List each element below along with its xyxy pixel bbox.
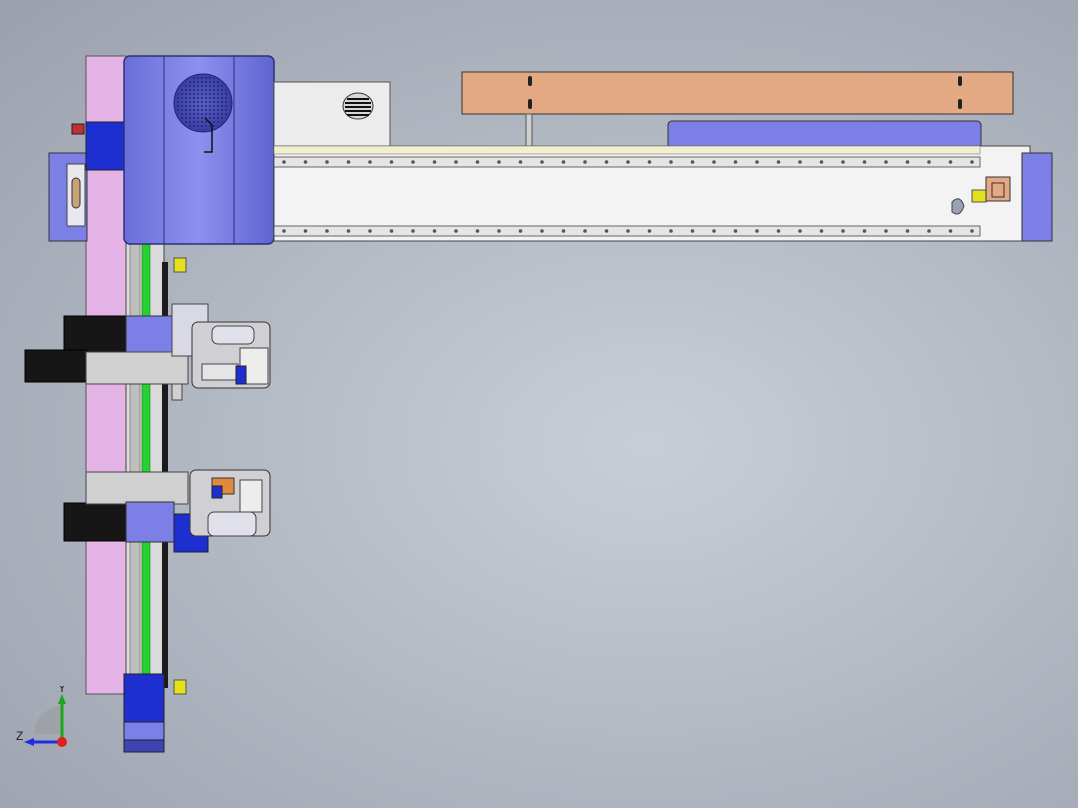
- rail-bolt: [862, 229, 867, 233]
- rail-bolt: [475, 160, 480, 164]
- cooling-fan-icon: [173, 73, 233, 133]
- electrical-box[interactable]: [273, 81, 391, 147]
- rail-bolt: [733, 229, 738, 233]
- rail-bolt: [755, 160, 759, 164]
- rail-bolt: [690, 160, 695, 164]
- rail-bolt: [368, 160, 372, 164]
- rail-bolt: [798, 160, 802, 164]
- limit-block-right[interactable]: [971, 189, 987, 203]
- limit-block-bottom[interactable]: [173, 679, 187, 695]
- rail-bolt: [389, 229, 394, 233]
- rail-bolt: [432, 229, 437, 233]
- rail-bolt: [561, 160, 566, 164]
- rail-bolt: [583, 160, 587, 164]
- green-guide-strip: [141, 243, 151, 675]
- stepper-motor-upper-b[interactable]: [24, 349, 88, 383]
- rail-bolt: [561, 229, 566, 233]
- rail-bolt: [948, 160, 953, 164]
- rail-bolt: [841, 229, 845, 233]
- rail-bolt: [733, 160, 738, 164]
- rail-bolt: [819, 229, 824, 233]
- tan-mounting-plate[interactable]: [461, 71, 1014, 115]
- rail-bolt: [712, 229, 716, 233]
- rail-bolt: [411, 160, 415, 164]
- rail-bolt: [905, 229, 910, 233]
- rail-bolt: [970, 229, 974, 233]
- rail-bolt: [604, 229, 609, 233]
- z-axis-label: Z: [16, 729, 23, 743]
- rail-bolt: [776, 160, 781, 164]
- rail-bolt: [626, 229, 630, 233]
- rail-bolt: [776, 229, 781, 233]
- rail-bolt: [368, 229, 372, 233]
- rail-bolt: [346, 160, 351, 164]
- rail-bolt: [690, 229, 695, 233]
- view-orientation-triad[interactable]: Y Z: [14, 686, 78, 750]
- right-end-cap[interactable]: [1021, 152, 1053, 242]
- stepper-motor-lower[interactable]: [63, 502, 127, 542]
- rail-bolt: [647, 160, 652, 164]
- rail-bolt: [325, 160, 329, 164]
- rail-bolt: [626, 160, 630, 164]
- stepper-motor-upper-a[interactable]: [63, 315, 127, 353]
- rail-bolt: [669, 229, 673, 233]
- rail-bolt: [604, 160, 609, 164]
- rail-bolt: [389, 160, 394, 164]
- bottom-servo-motor[interactable]: [123, 673, 165, 723]
- rail-bolt: [411, 229, 415, 233]
- limit-block-top[interactable]: [173, 257, 187, 273]
- rail-bolt: [432, 160, 437, 164]
- rail-bolt: [927, 229, 931, 233]
- rail-bolt: [497, 160, 501, 164]
- rail-bolt: [282, 229, 286, 233]
- rail-bolt: [454, 229, 458, 233]
- rail-bolt: [862, 160, 867, 164]
- rail-bolt: [540, 160, 544, 164]
- rail-bolt: [518, 160, 523, 164]
- rail-bolt: [669, 160, 673, 164]
- gantry-assembly-model[interactable]: [0, 0, 1078, 808]
- rail-bolt: [325, 229, 329, 233]
- rail-bolt: [905, 160, 910, 164]
- y-axis-label: Y: [58, 686, 66, 695]
- blue-actuator-upper[interactable]: [235, 365, 247, 385]
- rail-bolt: [518, 229, 523, 233]
- rail-bolt: [884, 160, 888, 164]
- rail-bolt: [282, 160, 286, 164]
- rail-bolt: [497, 229, 501, 233]
- rail-bolt: [755, 229, 759, 233]
- vent-grille-icon: [342, 92, 374, 120]
- rail-bolt: [798, 229, 802, 233]
- x-axis-dot: [57, 737, 67, 747]
- rail-bolt: [303, 229, 308, 233]
- rail-bolt: [927, 160, 931, 164]
- tool-head-lower[interactable]: [63, 469, 271, 553]
- rail-bolt: [841, 160, 845, 164]
- cad-viewport[interactable]: Y Z: [0, 0, 1078, 808]
- rail-bolt: [454, 160, 458, 164]
- rail-bolt: [540, 229, 544, 233]
- blue-cable-cover[interactable]: [667, 120, 982, 150]
- horizontal-axis-module[interactable]: [273, 71, 1053, 242]
- rail-bolt: [346, 229, 351, 233]
- main-carriage-housing[interactable]: [123, 55, 275, 245]
- rail-bolt: [970, 160, 974, 164]
- rail-bolt: [948, 229, 953, 233]
- rail-bolt: [884, 229, 888, 233]
- rail-bolt: [475, 229, 480, 233]
- rail-bolt: [712, 160, 716, 164]
- rail-bolt: [647, 229, 652, 233]
- rail-bolt: [819, 160, 824, 164]
- rail-bolt: [583, 229, 587, 233]
- rail-bolt: [303, 160, 308, 164]
- motor-coupler-block[interactable]: [85, 121, 125, 171]
